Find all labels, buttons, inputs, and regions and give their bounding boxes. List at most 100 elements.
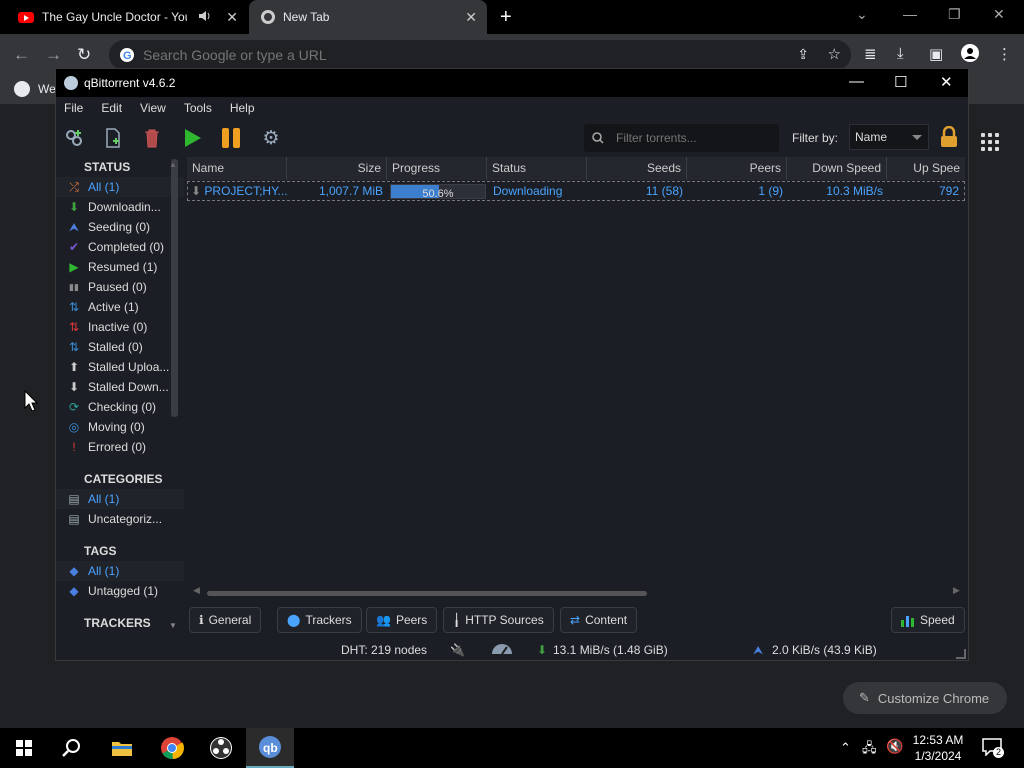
col-down-speed[interactable]: Down Speed xyxy=(787,157,887,180)
restore-icon[interactable]: ❐ xyxy=(948,6,961,23)
scroll-right-arrow-icon[interactable]: ▶ xyxy=(953,585,960,596)
bookmark-item[interactable]: We xyxy=(38,82,56,96)
tab-youtube[interactable]: The Gay Uncle Doctor - YouTube ✕ xyxy=(8,0,248,34)
customize-chrome-button[interactable]: ✎ Customize Chrome xyxy=(843,682,1007,714)
download-speed[interactable]: 13.1 MiB/s (1.48 GiB) xyxy=(553,643,668,657)
minimize-icon[interactable]: — xyxy=(903,6,917,22)
customize-label: Customize Chrome xyxy=(877,690,990,706)
omnibox[interactable]: G ⇪ ☆ xyxy=(109,40,851,70)
tab-new-tab[interactable]: New Tab ✕ xyxy=(249,0,487,34)
menu-help[interactable]: Help xyxy=(230,101,255,115)
close-tab-icon[interactable]: ✕ xyxy=(465,9,477,26)
menu-edit[interactable]: Edit xyxy=(101,101,122,115)
filter-by-select[interactable]: Name xyxy=(849,124,929,150)
status-bar: DHT: 219 nodes 🔌 ⬇ 13.1 MiB/s (1.48 GiB)… xyxy=(56,639,968,661)
menu-tools[interactable]: Tools xyxy=(184,101,212,115)
resize-grip[interactable] xyxy=(956,649,966,659)
menu-view[interactable]: View xyxy=(140,101,166,115)
clock[interactable]: 12:53 AM 1/3/2024 xyxy=(900,732,976,764)
notifications-icon[interactable]: 2 xyxy=(982,738,1004,758)
menu-file[interactable]: File xyxy=(64,101,83,115)
scroll-up-arrow-icon[interactable]: ▲ xyxy=(169,160,177,169)
sidebar-item[interactable]: ◎ Moving (0) xyxy=(56,417,184,437)
upload-speed[interactable]: 2.0 KiB/s (43.9 KiB) xyxy=(772,643,877,657)
table-header: Name Size Progress Status Seeds Peers Do… xyxy=(187,157,965,180)
sidebar-item[interactable]: ⬇ Stalled Down... xyxy=(56,377,184,397)
maximize-icon[interactable]: ☐ xyxy=(894,73,907,91)
back-icon[interactable]: ← xyxy=(13,45,30,65)
sidebar-item[interactable]: ⇅ Stalled (0) xyxy=(56,337,184,357)
add-torrent-link-icon[interactable] xyxy=(61,125,87,151)
omnibox-input[interactable] xyxy=(143,47,743,63)
show-hidden-icons-chevron-icon[interactable]: ⌃ xyxy=(840,740,851,756)
sidebar-item[interactable]: ▤ Uncategoriz... xyxy=(56,509,184,529)
sidebar-item[interactable]: ◆ Untagged (1) xyxy=(56,581,184,601)
sidebar-item[interactable]: ⇅ Active (1) xyxy=(56,297,184,317)
tab-peers[interactable]: 👥 Peers xyxy=(366,607,438,633)
sidebar-item[interactable]: ▤ All (1) xyxy=(56,489,184,509)
pause-icon[interactable] xyxy=(218,125,244,151)
filter-torrents-input[interactable] xyxy=(616,131,766,145)
speed-limit-gauge-icon[interactable] xyxy=(490,641,514,658)
connection-status-icon[interactable]: 🔌 xyxy=(450,643,465,657)
sidebar-item[interactable]: ▮▮ Paused (0) xyxy=(56,277,184,297)
resume-play-icon[interactable] xyxy=(179,125,205,151)
obs-studio-icon[interactable] xyxy=(197,728,245,768)
sidebar-item[interactable]: ! Errored (0) xyxy=(56,437,184,457)
sidebar-item[interactable]: ⬆ Stalled Uploa... xyxy=(56,357,184,377)
filter-torrents-field[interactable] xyxy=(584,124,779,152)
sidebar-item[interactable]: ⟳ Checking (0) xyxy=(56,397,184,417)
col-name[interactable]: Name xyxy=(187,157,287,180)
scroll-left-arrow-icon[interactable]: ◀ xyxy=(193,585,200,596)
reload-icon[interactable]: ↻ xyxy=(77,45,91,65)
tab-http-sources[interactable]: ╽ HTTP Sources xyxy=(443,607,554,633)
tab-content[interactable]: ⇄ Content xyxy=(560,607,638,633)
search-icon[interactable] xyxy=(48,728,96,768)
file-explorer-icon[interactable] xyxy=(98,728,146,768)
sidebar-item[interactable]: ▶ Resumed (1) xyxy=(56,257,184,277)
close-icon[interactable]: ✕ xyxy=(940,73,953,91)
delete-torrent-icon[interactable] xyxy=(139,125,165,151)
col-peers[interactable]: Peers xyxy=(687,157,787,180)
lock-icon[interactable] xyxy=(939,125,959,153)
options-gear-icon[interactable]: ⚙ xyxy=(258,125,284,151)
new-tab-plus-icon[interactable]: + xyxy=(500,6,512,29)
col-status[interactable]: Status xyxy=(487,157,587,180)
media-control-icon[interactable]: ≣ xyxy=(864,45,877,63)
close-window-icon[interactable]: ✕ xyxy=(993,6,1005,23)
tab-trackers[interactable]: ⬤ Trackers xyxy=(277,607,362,633)
minimize-icon[interactable]: — xyxy=(849,73,864,90)
table-row[interactable]: ⬇ PROJECT;HY... 1,007.7 MiB 50.6% Downlo… xyxy=(187,181,965,201)
close-tab-icon[interactable]: ✕ xyxy=(226,9,238,26)
sidebar-item[interactable]: ⤮ All (1) xyxy=(56,177,184,197)
speaker-icon[interactable] xyxy=(198,9,212,26)
bookmark-star-icon[interactable]: ☆ xyxy=(828,45,841,63)
windows-start-icon[interactable] xyxy=(0,728,48,768)
tab-general[interactable]: ℹ General xyxy=(189,607,262,633)
chrome-menu-icon[interactable]: ⋮ xyxy=(997,45,1012,63)
sidebar-item[interactable]: ✔ Completed (0) xyxy=(56,237,184,257)
downloads-icon[interactable]: ⤓ xyxy=(897,45,904,62)
tab-search-chevron-icon[interactable]: ⌄ xyxy=(856,6,868,23)
col-size[interactable]: Size xyxy=(287,157,387,180)
qbittorrent-taskbar-icon[interactable]: qb xyxy=(246,728,294,768)
share-icon[interactable]: ⇪ xyxy=(797,46,809,63)
horizontal-scrollbar[interactable] xyxy=(207,591,647,596)
network-icon[interactable]: 🖧 xyxy=(862,739,877,761)
google-apps-icon[interactable] xyxy=(981,133,999,151)
side-panel-icon[interactable]: ▣ xyxy=(929,45,943,63)
profile-avatar-icon[interactable] xyxy=(960,43,980,67)
forward-icon[interactable]: → xyxy=(45,45,62,65)
scroll-down-arrow-icon[interactable]: ▼ xyxy=(169,621,177,630)
col-seeds[interactable]: Seeds xyxy=(587,157,687,180)
sidebar-item[interactable]: ◆ All (1) xyxy=(56,561,184,581)
chrome-taskbar-icon[interactable] xyxy=(148,728,196,768)
sidebar-item[interactable]: ⮝ Seeding (0) xyxy=(56,217,184,237)
sidebar-scrollbar[interactable] xyxy=(171,159,178,417)
speed-button[interactable]: Speed xyxy=(891,607,965,633)
sidebar-item[interactable]: ⇅ Inactive (0) xyxy=(56,317,184,337)
col-up-speed[interactable]: Up Spee xyxy=(887,157,965,180)
col-progress[interactable]: Progress xyxy=(387,157,487,180)
sidebar-item[interactable]: ⬇ Downloadin... xyxy=(56,197,184,217)
add-torrent-file-icon[interactable] xyxy=(100,125,126,151)
